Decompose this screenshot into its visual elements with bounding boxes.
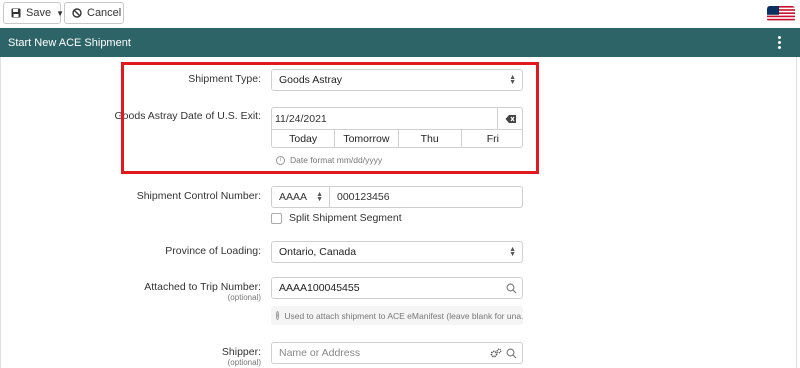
search-icon[interactable] [506, 348, 517, 359]
split-shipment-option[interactable]: Split Shipment Segment [271, 212, 402, 224]
cancel-label: Cancel [87, 7, 122, 19]
shipper-input[interactable]: Name or Address [271, 342, 523, 364]
split-shipment-checkbox[interactable] [271, 212, 282, 224]
scn-label: Shipment Control Number: [136, 190, 261, 202]
exit-date-input[interactable]: 11/24/2021 [272, 108, 497, 129]
page-title: Start New ACE Shipment [8, 36, 131, 49]
quick-date-thu[interactable]: Thu [399, 130, 462, 147]
exit-date-label: Goods Astray Date of U.S. Exit: [114, 110, 261, 122]
kebab-menu-icon[interactable] [777, 36, 781, 49]
scn-prefix-select[interactable]: AAAA ▲ ▼ [271, 186, 330, 208]
select-arrows-icon: ▲ ▼ [509, 74, 516, 86]
shipment-type-label: Shipment Type: [188, 73, 261, 85]
trip-number-hint-text: Used to attach shipment to ACE eManifest… [284, 310, 523, 321]
quick-date-tomorrow[interactable]: Tomorrow [335, 130, 399, 147]
us-flag-icon[interactable] [767, 6, 795, 22]
shipper-optional: (optional) [227, 358, 261, 367]
province-select[interactable]: Ontario, Canada ▲ ▼ [271, 241, 523, 263]
province-label: Province of Loading: [165, 245, 261, 257]
cancel-icon [72, 8, 82, 19]
exit-date-picker: 11/24/2021 Today Tomorrow Thu Fri [271, 107, 523, 148]
trip-number-label: Attached to Trip Number: [144, 281, 261, 293]
cancel-button[interactable]: Cancel [64, 2, 124, 24]
trip-number-optional: (optional) [227, 293, 261, 302]
info-icon: i [276, 155, 285, 165]
gears-icon[interactable] [490, 348, 502, 359]
info-icon: i [276, 311, 280, 320]
exit-date-hint-text: Date format mm/dd/yyyy [290, 155, 383, 165]
scn-prefix-value: AAAA [279, 191, 308, 203]
split-shipment-label: Split Shipment Segment [289, 212, 402, 224]
save-label: Save [26, 7, 52, 19]
shipper-placeholder: Name or Address [279, 347, 361, 359]
toolbar: Save ▼ Cancel [0, 0, 800, 28]
trip-number-hint: i Used to attach shipment to ACE eManife… [271, 306, 523, 325]
page-header: Start New ACE Shipment [0, 28, 800, 57]
chevron-down-icon: ▼ [56, 8, 64, 18]
scn-number-input[interactable]: 000123456 [329, 186, 523, 208]
exit-date-hint: i Date format mm/dd/yyyy [276, 155, 382, 165]
shipper-label: Shipper: [221, 346, 261, 358]
shipment-type-select[interactable]: Goods Astray ▲ ▼ [271, 69, 523, 91]
trip-number-value: AAAA100045455 [279, 282, 360, 294]
shipment-type-value: Goods Astray [279, 74, 343, 86]
select-arrows-icon: ▲ ▼ [316, 191, 323, 203]
quick-date-fri[interactable]: Fri [462, 130, 522, 147]
select-arrows-icon: ▲ ▼ [509, 246, 516, 258]
search-icon[interactable] [506, 283, 517, 294]
trip-number-input[interactable]: AAAA100045455 [271, 277, 523, 299]
floppy-disk-icon [11, 8, 21, 19]
quick-date-row: Today Tomorrow Thu Fri [272, 129, 522, 147]
province-value: Ontario, Canada [279, 246, 357, 258]
eraser-icon[interactable] [497, 108, 522, 129]
save-button[interactable]: Save ▼ [3, 2, 64, 24]
quick-date-today[interactable]: Today [272, 130, 336, 147]
